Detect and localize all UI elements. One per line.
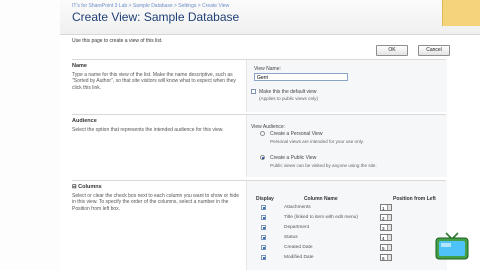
column-position-select[interactable]: 2 [380, 214, 392, 221]
column-row: Department 3 [250, 223, 446, 233]
display-column-header: Display [256, 196, 274, 202]
cancel-button[interactable]: Cancel [418, 45, 450, 56]
tv-logo-icon [434, 232, 470, 262]
default-view-note: (Applies to public views only) [259, 96, 318, 101]
column-position-select[interactable]: 1 [380, 204, 392, 211]
column-display-checkbox[interactable] [261, 245, 266, 250]
column-name: Department [284, 225, 310, 230]
left-margin [0, 0, 60, 270]
column-display-checkbox[interactable] [261, 235, 266, 240]
column-row: Title (linked to item with edit menu) 2 [250, 213, 446, 223]
view-audience-label: View Audience: [251, 124, 286, 130]
column-position-select[interactable]: 5 [380, 244, 392, 251]
page-title: Create View: Sample Database [72, 10, 240, 24]
audience-section-description: Select the option that represents the in… [72, 127, 224, 133]
column-display-checkbox[interactable] [261, 255, 266, 260]
audience-section-heading: Audience [72, 118, 97, 124]
default-view-label: Make this the default view [259, 89, 317, 95]
name-section-description: Type a name for this view of the list. M… [72, 72, 236, 91]
column-row: Modified Date 6 [250, 253, 446, 263]
column-name: Status [284, 235, 298, 240]
public-view-radio[interactable] [260, 155, 265, 160]
column-position-select[interactable]: 3 [380, 224, 392, 231]
personal-view-label: Create a Personal View [270, 131, 323, 137]
personal-view-radio[interactable] [260, 131, 265, 136]
default-view-checkbox[interactable] [251, 89, 256, 94]
column-row: Created Date 5 [250, 243, 446, 253]
column-display-checkbox[interactable] [261, 225, 266, 230]
ok-button[interactable]: OK [376, 45, 408, 56]
column-name-header: Column Name [304, 196, 338, 202]
column-name: Modified Date [284, 255, 314, 260]
columns-section-heading[interactable]: ⊟ Columns [72, 184, 102, 190]
column-name: Title (linked to item with edit menu) [284, 215, 358, 220]
column-position-select[interactable]: 4 [380, 234, 392, 241]
public-view-label: Create a Public View [270, 155, 317, 161]
column-display-checkbox[interactable] [261, 205, 266, 210]
name-section-heading: Name [72, 63, 87, 69]
column-position-select[interactable]: 6 [380, 254, 392, 261]
personal-view-note: Personal views are intended for your use… [270, 139, 364, 144]
public-view-note: Public views can be visited by anyone us… [270, 163, 377, 168]
position-column-header: Position from Left [393, 196, 436, 202]
column-name: Created Date [284, 245, 313, 250]
columns-section-description: Select or clear the check box next to ea… [72, 193, 242, 212]
column-row: Attachments 1 [250, 203, 446, 213]
header-accent-bar [442, 0, 480, 26]
column-display-checkbox[interactable] [261, 215, 266, 220]
intro-text: Use this page to create a view of this l… [72, 38, 163, 44]
view-name-label: View Name: [254, 66, 281, 72]
view-name-input[interactable]: Gerri [254, 73, 348, 81]
columns-desc-text: Select or clear the check box next to ea… [72, 193, 240, 212]
breadcrumb[interactable]: IT's for SharePoint 3 Lab > Sample Datab… [72, 3, 229, 9]
column-name: Attachments [284, 205, 311, 210]
column-row: Status 4 [250, 233, 446, 243]
